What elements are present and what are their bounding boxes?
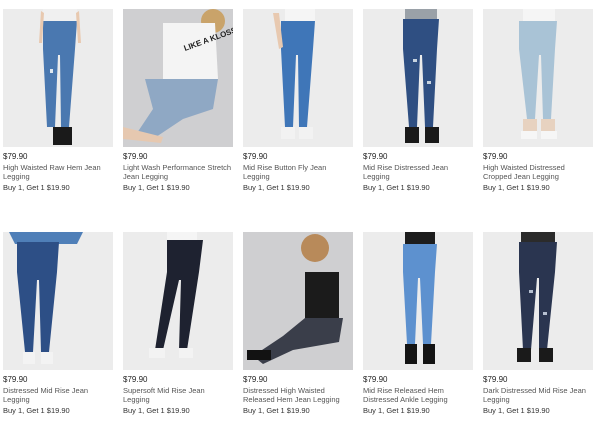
product-card[interactable]: $79.90 Mid Rise Distressed Jean Legging … (363, 9, 473, 192)
product-name[interactable]: Mid Rise Distressed Jean Legging (363, 163, 473, 181)
product-name[interactable]: High Waisted Raw Hem Jean Legging (3, 163, 113, 181)
product-image[interactable] (363, 9, 473, 147)
product-name[interactable]: Mid Rise Button Fly Jean Legging (243, 163, 353, 181)
product-price: $79.90 (483, 375, 508, 384)
product-card[interactable]: $79.90 High Waisted Distressed Cropped J… (483, 9, 593, 192)
product-card[interactable]: $79.90 Mid Rise Released Hem Distressed … (363, 232, 473, 415)
product-name[interactable]: Mid Rise Released Hem Distressed Ankle L… (363, 386, 473, 404)
product-promo: Buy 1, Get 1 $19.90 (243, 406, 310, 415)
product-promo: Buy 1, Get 1 $19.90 (3, 406, 70, 415)
product-card[interactable]: $79.90 Dark Distressed Mid Rise Jean Leg… (483, 232, 593, 415)
product-promo: Buy 1, Get 1 $19.90 (363, 406, 430, 415)
product-name[interactable]: Distressed Mid Rise Jean Legging (3, 386, 113, 404)
product-image[interactable]: LIKE A KLOSS (123, 9, 233, 147)
product-card[interactable]: $79.90 Distressed Mid Rise Jean Legging … (3, 232, 113, 415)
product-card[interactable]: $79.90 Distressed High Waisted Released … (243, 232, 353, 415)
product-card[interactable]: LIKE A KLOSS $79.90 Light Wash Performan… (123, 9, 233, 192)
product-price: $79.90 (363, 375, 388, 384)
product-image[interactable] (243, 232, 353, 370)
product-name[interactable]: Distressed High Waisted Released Hem Jea… (243, 386, 353, 404)
product-promo: Buy 1, Get 1 $19.90 (3, 183, 70, 192)
product-name[interactable]: High Waisted Distressed Cropped Jean Leg… (483, 163, 593, 181)
product-grid: $79.90 High Waisted Raw Hem Jean Legging… (0, 0, 600, 428)
product-name[interactable]: Supersoft Mid Rise Jean Legging (123, 386, 233, 404)
product-name[interactable]: Dark Distressed Mid Rise Jean Legging (483, 386, 593, 404)
product-image[interactable] (123, 232, 233, 370)
product-image[interactable] (483, 232, 593, 370)
product-promo: Buy 1, Get 1 $19.90 (123, 406, 190, 415)
product-image[interactable] (3, 232, 113, 370)
product-promo: Buy 1, Get 1 $19.90 (363, 183, 430, 192)
product-image[interactable] (243, 9, 353, 147)
product-price: $79.90 (3, 375, 28, 384)
product-name[interactable]: Light Wash Performance Stretch Jean Legg… (123, 163, 233, 181)
product-price: $79.90 (243, 375, 268, 384)
product-price: $79.90 (3, 152, 28, 161)
product-price: $79.90 (243, 152, 268, 161)
product-promo: Buy 1, Get 1 $19.90 (483, 183, 550, 192)
product-card[interactable]: $79.90 Supersoft Mid Rise Jean Legging B… (123, 232, 233, 415)
product-price: $79.90 (123, 152, 148, 161)
product-price: $79.90 (483, 152, 508, 161)
product-card[interactable]: $79.90 High Waisted Raw Hem Jean Legging… (3, 9, 113, 192)
product-promo: Buy 1, Get 1 $19.90 (243, 183, 310, 192)
product-image[interactable] (3, 9, 113, 147)
product-image[interactable] (483, 9, 593, 147)
product-price: $79.90 (123, 375, 148, 384)
product-promo: Buy 1, Get 1 $19.90 (483, 406, 550, 415)
product-card[interactable]: $79.90 Mid Rise Button Fly Jean Legging … (243, 9, 353, 192)
product-promo: Buy 1, Get 1 $19.90 (123, 183, 190, 192)
product-image[interactable] (363, 232, 473, 370)
product-price: $79.90 (363, 152, 388, 161)
